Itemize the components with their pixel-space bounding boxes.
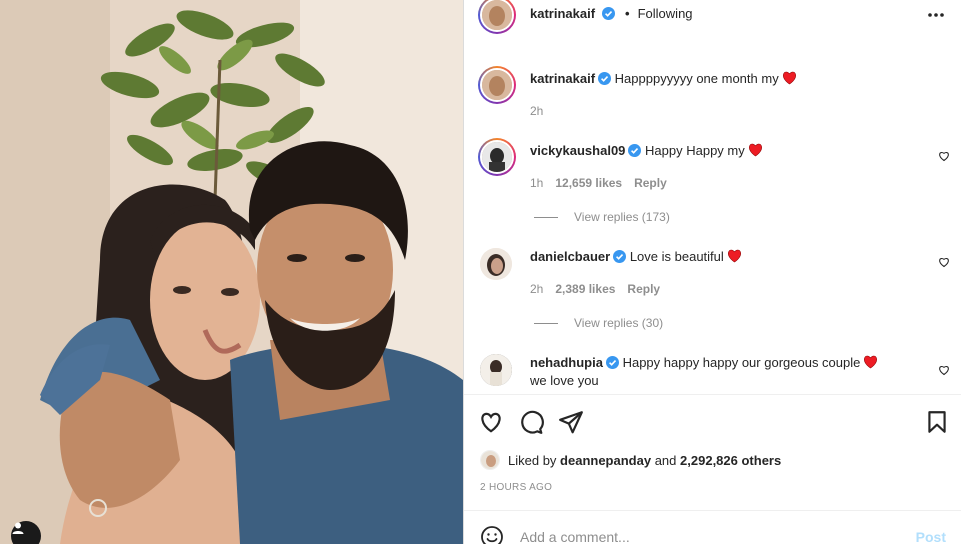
view-replies-button[interactable]: View replies (173): [534, 210, 670, 224]
comment-like-heart-icon[interactable]: [938, 150, 950, 162]
comment-age: 1h: [530, 176, 544, 190]
post-image: [0, 0, 463, 544]
post-timestamp: 2 HOURS AGO: [480, 482, 553, 493]
replies-divider: [534, 216, 558, 218]
liker-avatar[interactable]: [480, 450, 500, 470]
likes-prefix: Liked by: [508, 452, 557, 468]
comment-likes-count[interactable]: 2,389 likes: [555, 282, 615, 296]
comment-username[interactable]: danielcbauer: [530, 249, 610, 264]
red-heart-emoji-icon: [864, 355, 878, 369]
comment-age: 2h: [530, 282, 544, 296]
view-replies-label: View replies (173): [574, 210, 670, 224]
comment-text: Love is beautiful: [629, 249, 724, 264]
reply-button[interactable]: Reply: [627, 282, 660, 296]
reply-button[interactable]: Reply: [634, 176, 667, 190]
share-icon[interactable]: [558, 409, 584, 435]
caption-text: Happppyyyyy one month my: [614, 71, 779, 86]
add-comment-bar: Post: [464, 510, 961, 544]
red-heart-emoji-icon: [782, 71, 796, 85]
post-sidebar: katrinakaif • Following katrinakaif Happ…: [463, 0, 961, 544]
caption-avatar[interactable]: [478, 66, 516, 104]
user-tag-icon: [12, 522, 24, 534]
comments-section[interactable]: katrinakaif Happppyyyyy one month my 2h …: [464, 60, 961, 394]
more-options-icon[interactable]: [926, 8, 946, 22]
bookmark-icon[interactable]: [924, 409, 950, 435]
comment-like-heart-icon[interactable]: [938, 256, 950, 268]
caption-age: 2h: [530, 104, 544, 118]
replies-divider: [534, 322, 558, 324]
verified-badge-icon: [605, 356, 619, 369]
action-bar: [464, 394, 961, 448]
comment-like-heart-icon[interactable]: [938, 364, 950, 376]
comment-avatar[interactable]: [478, 138, 516, 176]
view-replies-label: View replies (30): [574, 316, 664, 330]
author-avatar[interactable]: [478, 0, 516, 34]
red-heart-emoji-icon: [727, 249, 741, 263]
comment-text: Happy Happy my: [645, 143, 745, 158]
verified-badge-icon: [613, 250, 627, 263]
heart-icon[interactable]: [478, 409, 504, 435]
comment-text: Happy happy happy our gorgeous couple: [622, 355, 861, 370]
comment-likes-count[interactable]: 12,659 likes: [555, 176, 622, 190]
separator-dot: •: [625, 6, 630, 21]
likes-summary[interactable]: Liked by deannepanday and 2,292,826 othe…: [480, 450, 781, 470]
likes-connector: and: [654, 452, 677, 468]
view-replies-button[interactable]: View replies (30): [534, 316, 663, 330]
caption-username[interactable]: katrinakaif: [530, 71, 595, 86]
following-button[interactable]: Following: [638, 6, 693, 21]
comment-text-line2: we love you: [530, 373, 599, 388]
comment-username[interactable]: nehadhupia: [530, 355, 603, 370]
post-header: katrinakaif • Following: [464, 0, 961, 34]
red-heart-emoji-icon: [748, 143, 762, 157]
user-tag-button[interactable]: [11, 521, 41, 544]
liker-username[interactable]: deannepanday: [560, 453, 651, 468]
comment-avatar[interactable]: [480, 248, 512, 280]
comment-input[interactable]: [520, 527, 900, 544]
author-username[interactable]: katrinakaif: [530, 6, 595, 21]
comment-avatar[interactable]: [480, 354, 512, 386]
comment-username[interactable]: vickykaushal09: [530, 143, 625, 158]
post-photo[interactable]: [0, 0, 463, 544]
comment-icon[interactable]: [518, 409, 544, 435]
likes-count[interactable]: 2,292,826 others: [680, 453, 781, 468]
verified-badge-icon: [628, 144, 642, 157]
verified-badge-icon: [602, 7, 616, 20]
post-comment-button[interactable]: Post: [916, 529, 946, 544]
verified-badge-icon: [598, 72, 612, 85]
emoji-icon[interactable]: [480, 525, 504, 544]
